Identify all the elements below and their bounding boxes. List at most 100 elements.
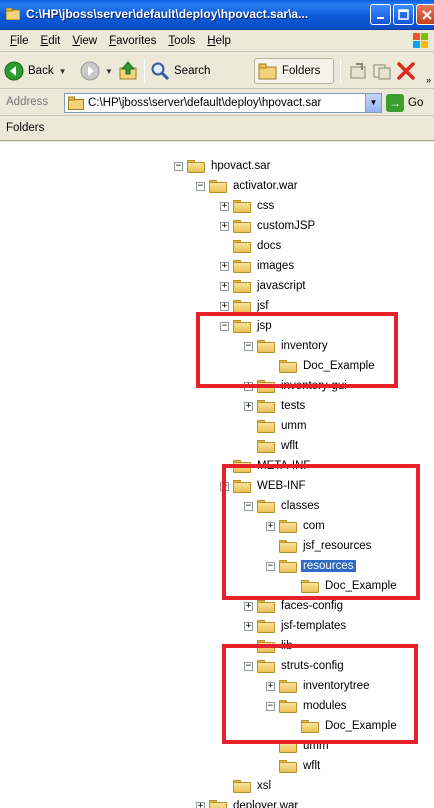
tree-node[interactable]: − hpovact.sar — [174, 156, 272, 176]
back-dropdown-icon[interactable]: ▼ — [59, 67, 67, 76]
tree-node-label: faces-config — [281, 600, 344, 612]
up-folder-icon — [119, 61, 137, 80]
close-icon — [421, 9, 432, 20]
folder-icon — [257, 419, 275, 433]
tree-node[interactable]: + customJSP — [220, 216, 317, 236]
tree-node-label: hpovact.sar — [211, 160, 271, 172]
menu-favorites[interactable]: Favorites — [103, 32, 162, 50]
tree-node[interactable]: docs — [220, 236, 283, 256]
folder-icon — [233, 299, 251, 313]
menu-view[interactable]: View — [66, 32, 103, 50]
folders-button[interactable]: Folders — [254, 58, 334, 84]
expand-icon[interactable]: + — [220, 261, 229, 271]
expand-icon[interactable]: + — [220, 201, 229, 211]
address-dropdown-icon[interactable]: ▼ — [365, 94, 381, 112]
tree-node[interactable]: xsl — [220, 776, 273, 796]
expand-icon[interactable]: + — [220, 221, 229, 231]
search-button[interactable]: Search — [150, 58, 210, 84]
folder-icon — [209, 799, 227, 808]
forward-arrow-icon — [80, 61, 100, 81]
folder-icon — [187, 159, 205, 173]
tree-node[interactable]: + images — [220, 256, 296, 276]
forward-button[interactable]: ▼ — [80, 58, 113, 84]
folder-icon — [233, 279, 251, 293]
highlight-box-struts-config — [222, 644, 418, 744]
tree-node-label: jsf-templates — [281, 620, 347, 632]
expand-icon[interactable]: + — [220, 281, 229, 291]
folder-icon — [257, 619, 275, 633]
expand-icon[interactable]: + — [244, 401, 253, 411]
menu-help[interactable]: Help — [201, 32, 237, 50]
folder-icon — [6, 8, 20, 20]
move-to-icon — [350, 63, 366, 79]
minimize-button[interactable] — [370, 4, 391, 25]
search-icon — [151, 62, 170, 81]
go-label: Go — [408, 97, 424, 109]
expand-icon[interactable]: + — [244, 621, 253, 631]
maximize-icon — [398, 9, 409, 20]
address-value: C:\HP\jboss\server\default\deploy\hpovac… — [88, 97, 322, 109]
folder-icon — [209, 179, 227, 193]
folder-icon — [233, 219, 251, 233]
move-to-button[interactable] — [348, 58, 368, 84]
back-arrow-icon — [4, 61, 24, 81]
toolbar: Back ▼ ▼ Search Folders » — [0, 53, 434, 89]
tree-node-label: jsf — [257, 300, 269, 312]
close-button[interactable] — [416, 4, 434, 25]
tree-node-label: wflt — [281, 440, 299, 452]
tree-node-label: umm — [281, 420, 307, 432]
highlight-box-jsp — [196, 312, 398, 388]
search-label: Search — [174, 65, 211, 77]
menu-tools[interactable]: Tools — [162, 32, 201, 50]
tree-node[interactable]: + tests — [244, 396, 307, 416]
go-arrow-icon: → — [386, 94, 404, 112]
expand-icon[interactable]: + — [220, 301, 229, 311]
tree-node-label: tests — [281, 400, 306, 412]
tree-node[interactable]: + jsf-templates — [244, 616, 348, 636]
tree-node-label: customJSP — [257, 220, 316, 232]
copy-to-icon — [373, 64, 391, 80]
collapse-icon[interactable]: − — [174, 161, 183, 171]
maximize-button[interactable] — [393, 4, 414, 25]
tree-node-label: css — [257, 200, 275, 212]
tree-node[interactable]: + deployer.war — [196, 796, 300, 808]
menu-edit[interactable]: Edit — [35, 32, 67, 50]
tree-node[interactable]: − activator.war — [196, 176, 300, 196]
tree-node[interactable]: umm — [244, 416, 309, 436]
tree-node-label: deployer.war — [233, 800, 299, 808]
collapse-icon[interactable]: − — [196, 181, 205, 191]
expand-icon[interactable]: + — [196, 801, 205, 808]
delete-button[interactable] — [396, 58, 416, 84]
tree-node-label: xsl — [257, 780, 272, 792]
up-folder-button[interactable] — [118, 58, 140, 84]
tree-node-label: images — [257, 260, 295, 272]
tree-node[interactable]: + javascript — [220, 276, 308, 296]
window-title: C:\HP\jboss\server\default\deploy\hpovac… — [26, 7, 309, 21]
folders-pane-title: Folders — [6, 122, 45, 134]
menu-file[interactable]: File — [4, 32, 35, 50]
folders-icon — [258, 63, 277, 80]
tree-node[interactable]: wflt — [266, 756, 322, 776]
address-input[interactable]: C:\HP\jboss\server\default\deploy\hpovac… — [64, 93, 382, 113]
go-button[interactable]: → Go — [386, 94, 423, 112]
forward-dropdown-icon[interactable]: ▼ — [105, 67, 113, 76]
title-bar[interactable]: C:\HP\jboss\server\default\deploy\hpovac… — [0, 0, 434, 30]
back-label: Back — [28, 65, 54, 77]
folder-icon — [257, 439, 275, 453]
tree-node-label: docs — [257, 240, 282, 252]
toolbar-separator — [340, 59, 341, 83]
tree-node-label: javascript — [257, 280, 306, 292]
expand-icon[interactable]: + — [244, 601, 253, 611]
address-label: Address — [6, 96, 49, 108]
minimize-icon — [376, 16, 384, 19]
copy-to-button[interactable] — [372, 58, 392, 84]
tree-node[interactable]: wflt — [244, 436, 300, 456]
tree-node[interactable]: + css — [220, 196, 276, 216]
back-button[interactable]: Back ▼ — [4, 58, 67, 84]
folder-icon — [233, 779, 251, 793]
folder-icon — [233, 199, 251, 213]
